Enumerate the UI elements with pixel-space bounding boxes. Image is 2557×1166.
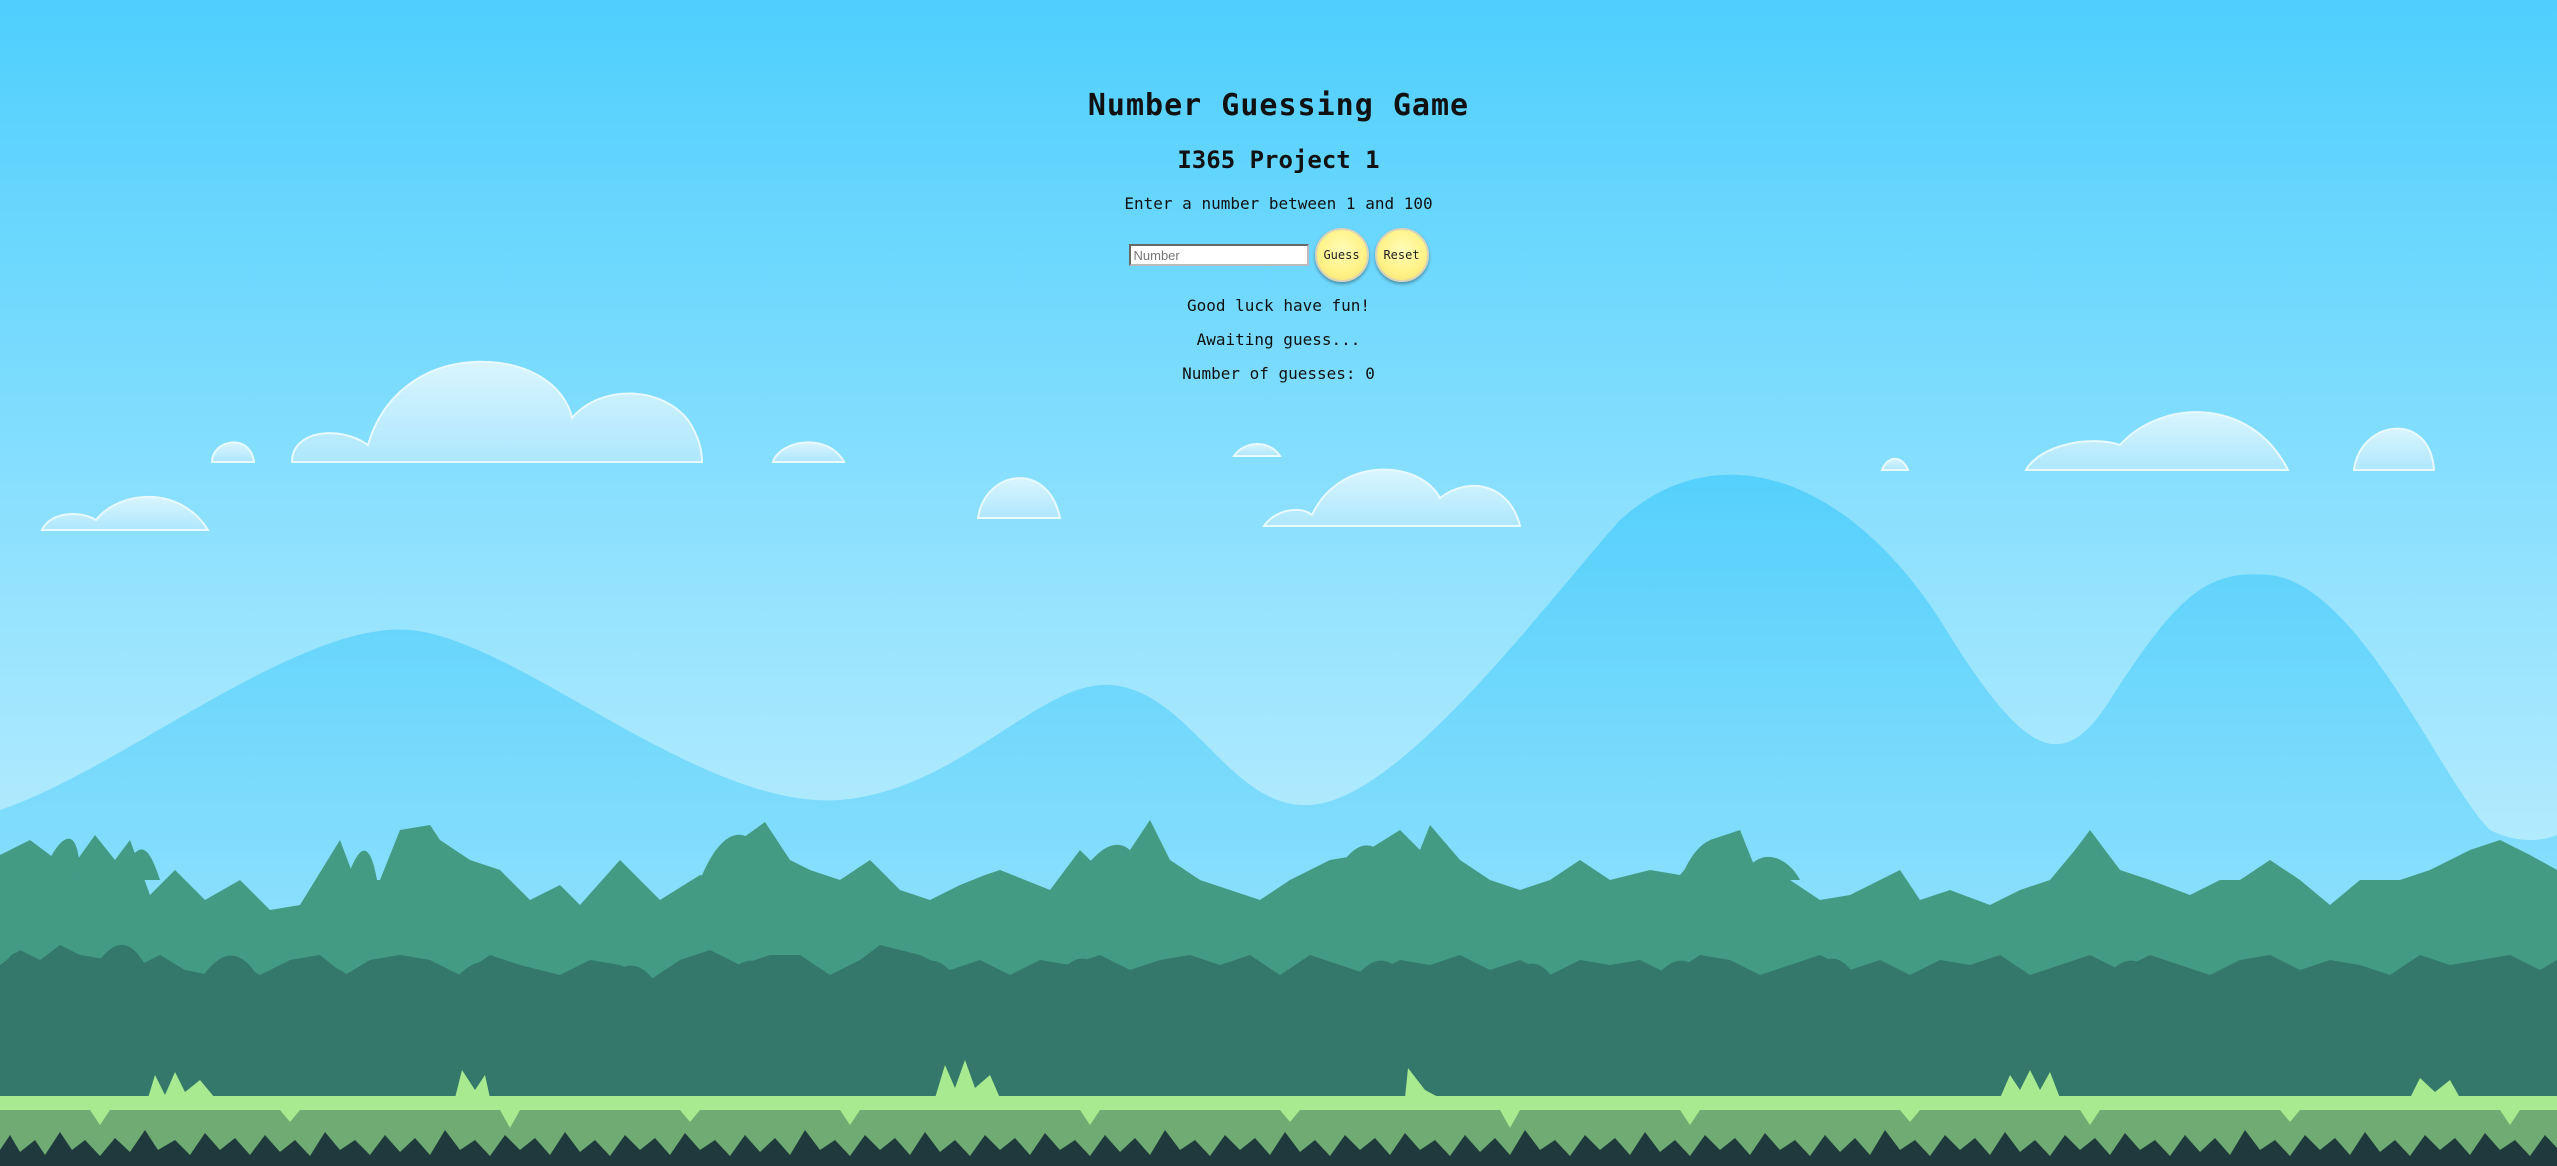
game-title: Number Guessing Game [1087, 88, 1470, 123]
reset-button[interactable]: Reset [1374, 228, 1429, 282]
guess-button[interactable]: Guess [1314, 228, 1369, 282]
guess-counter: Number of guesses: 0 [1182, 364, 1375, 383]
instructions-text: Enter a number between 1 and 100 [1124, 194, 1433, 213]
project-subtitle: I365 Project 1 [1177, 146, 1380, 174]
guess-status: Awaiting guess... [1196, 330, 1361, 349]
guess-controls: Guess Reset [0, 228, 2557, 282]
game-background [0, 0, 2557, 1166]
feedback-message: Good luck have fun! [1186, 296, 1371, 315]
number-input[interactable] [1128, 244, 1309, 266]
